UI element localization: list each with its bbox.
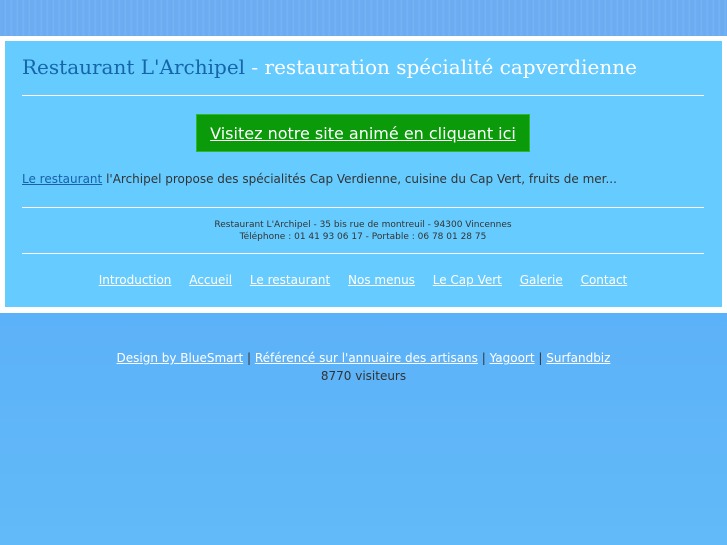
divider: [22, 95, 704, 96]
restaurant-link[interactable]: Le restaurant: [22, 172, 102, 186]
footer-link-annuaire[interactable]: Référencé sur l'annuaire des artisans: [255, 351, 478, 365]
nav-accueil[interactable]: Accueil: [189, 273, 232, 287]
divider: [22, 253, 704, 254]
intro-text: l'Archipel propose des spécialités Cap V…: [102, 172, 617, 186]
footer-separator: |: [534, 351, 547, 365]
page-title: Restaurant L'Archipel - restauration spé…: [22, 55, 637, 79]
footer: Design by BlueSmart | Référencé sur l'an…: [0, 349, 727, 385]
footer-separator: |: [477, 351, 490, 365]
nav-introduction[interactable]: Introduction: [99, 273, 172, 287]
footer-separator: |: [243, 351, 255, 365]
footer-link-yagoort[interactable]: Yagoort: [490, 351, 535, 365]
nav-nos-menus[interactable]: Nos menus: [348, 273, 415, 287]
footer-links: Design by BlueSmart | Référencé sur l'an…: [0, 349, 727, 367]
animated-site-button[interactable]: Visitez notre site animé en cliquant ici: [196, 114, 530, 152]
intro-paragraph: Le restaurant l'Archipel propose des spé…: [22, 172, 617, 186]
address-block: Restaurant L'Archipel - 35 bis rue de mo…: [22, 219, 704, 243]
nav-le-cap-vert[interactable]: Le Cap Vert: [433, 273, 502, 287]
site-tagline: - restauration spécialité capverdienne: [245, 55, 637, 79]
footer-link-bluesmart[interactable]: Design by BlueSmart: [117, 351, 244, 365]
footer-link-surfandbiz[interactable]: Surfandbiz: [546, 351, 610, 365]
phone-line: Téléphone : 01 41 93 06 17 - Portable : …: [239, 232, 487, 242]
nav-le-restaurant[interactable]: Le restaurant: [250, 273, 330, 287]
nav-contact[interactable]: Contact: [581, 273, 628, 287]
main-nav: Introduction Accueil Le restaurant Nos m…: [22, 273, 704, 287]
site-brand: Restaurant L'Archipel: [22, 55, 246, 79]
divider: [22, 207, 704, 208]
visitor-counter: 8770 visiteurs: [320, 369, 407, 383]
nav-galerie[interactable]: Galerie: [520, 273, 563, 287]
address-line: Restaurant L'Archipel - 35 bis rue de mo…: [214, 220, 512, 230]
top-banner: [0, 0, 727, 36]
